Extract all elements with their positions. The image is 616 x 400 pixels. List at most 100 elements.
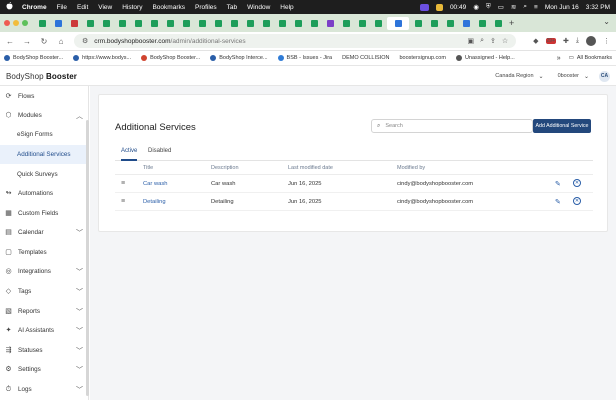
apple-icon[interactable] <box>6 2 14 12</box>
browser-tab[interactable] <box>35 17 49 30</box>
sidebar-item-flows[interactable]: ⟳ Flows <box>0 87 89 106</box>
browser-tab[interactable] <box>411 17 425 30</box>
bookmark-item[interactable]: BodyShop Booster... <box>4 55 63 61</box>
share-icon[interactable]: ⇪ <box>490 37 496 45</box>
menu-tab[interactable]: Tab <box>227 4 237 11</box>
browser-tab[interactable] <box>427 17 441 30</box>
menu-edit[interactable]: Edit <box>77 4 88 11</box>
sidebar-item-custom-fields[interactable]: ▦ Custom Fields <box>0 204 89 223</box>
browser-tab[interactable] <box>131 17 145 30</box>
sidebar-item-tags[interactable]: ◇ Tags ﹀ <box>0 282 89 301</box>
new-tab-plus-icon[interactable]: + <box>509 18 514 28</box>
browser-tab[interactable] <box>51 17 65 30</box>
sidebar-item-integrations[interactable]: ◎ Integrations ﹀ <box>0 262 89 281</box>
sidebar-item-settings[interactable]: ⚙ Settings ﹀ <box>0 360 89 379</box>
browser-tab[interactable] <box>475 17 489 30</box>
sidebar-item-statuses[interactable]: ⇶ Statuses ﹀ <box>0 341 89 360</box>
translate-icon[interactable]: ▣ <box>467 37 474 45</box>
menu-profiles[interactable]: Profiles <box>195 4 217 11</box>
browser-tab[interactable] <box>339 17 353 30</box>
browser-tab[interactable] <box>355 17 369 30</box>
menubar-clock[interactable]: 3:32 PM <box>586 4 610 11</box>
home-icon[interactable]: ⌂ <box>57 37 65 46</box>
address-bar[interactable]: ⚙ crm.bodyshopbooster.com/admin/addition… <box>74 34 517 48</box>
drag-handle-icon[interactable]: ≡ <box>121 198 125 205</box>
reload-icon[interactable]: ↻ <box>40 37 48 46</box>
browser-tab[interactable] <box>291 17 305 30</box>
menu-window[interactable]: Window <box>247 4 270 11</box>
search-input[interactable]: ⌕ Search <box>371 119 533 133</box>
extensions-puzzle-icon[interactable]: ✚ <box>563 37 569 45</box>
browser-tab[interactable] <box>163 17 177 30</box>
status-shield-icon[interactable]: ⛨ <box>486 3 491 11</box>
column-description[interactable]: Description <box>211 165 239 171</box>
browser-tab[interactable] <box>259 17 273 30</box>
bookmark-item[interactable]: BodyShop Booster... <box>141 55 200 61</box>
sidebar-item-modules[interactable]: ⬡ Modules ︿ <box>0 106 89 125</box>
remove-circle-icon[interactable]: ✕ <box>573 197 581 205</box>
forward-arrow-icon[interactable]: → <box>23 37 31 46</box>
bookmark-item[interactable]: https://www.bodys... <box>73 55 131 61</box>
bookmark-item[interactable]: boostersignup.com <box>399 55 445 61</box>
menu-bookmarks[interactable]: Bookmarks <box>152 4 185 11</box>
browser-tab[interactable] <box>243 17 257 30</box>
browser-tab[interactable] <box>459 17 473 30</box>
tab-active[interactable]: Active <box>121 148 138 161</box>
browser-tab[interactable] <box>323 17 337 30</box>
all-bookmarks-button[interactable]: ▭ All Bookmarks <box>569 55 612 61</box>
column-modified-by[interactable]: Modified by <box>397 165 425 171</box>
browser-tab[interactable] <box>99 17 113 30</box>
sidebar-item-reports[interactable]: ▧ Reports ﹀ <box>0 302 89 321</box>
bookmark-star-icon[interactable]: ☆ <box>502 37 508 45</box>
sidebar-item-esign-forms[interactable]: eSign Forms <box>0 125 89 144</box>
user-avatar[interactable]: CA <box>599 70 610 82</box>
status-control-icon[interactable]: ≡ <box>534 4 538 11</box>
window-close-icon[interactable] <box>4 20 10 26</box>
browser-tab[interactable] <box>147 17 161 30</box>
browser-tab[interactable] <box>275 17 289 30</box>
browser-tab[interactable] <box>443 17 457 30</box>
browser-tab[interactable] <box>307 17 321 30</box>
sidebar-item-automations[interactable]: ↬ Automations <box>0 184 89 203</box>
edit-pencil-icon[interactable]: ✎ <box>555 180 561 188</box>
sidebar-item-additional-services[interactable]: Additional Services <box>0 145 89 164</box>
service-title-link[interactable]: Car wash <box>143 181 167 187</box>
menu-view[interactable]: View <box>98 4 112 11</box>
sidebar-item-templates[interactable]: ▢ Templates <box>0 243 89 262</box>
status-battery-icon[interactable]: ▭ <box>498 3 504 11</box>
app-logo[interactable]: BodyShop Booster <box>6 72 77 81</box>
zoom-icon[interactable]: ⌕ <box>480 37 484 45</box>
download-icon[interactable]: ⤓ <box>576 37 579 45</box>
browser-tab[interactable] <box>387 16 409 30</box>
profile-avatar[interactable] <box>586 36 596 46</box>
back-arrow-icon[interactable]: ← <box>6 37 14 46</box>
browser-tab[interactable] <box>491 17 505 30</box>
tab-search-chevron-icon[interactable]: ⌄ <box>603 17 610 26</box>
sidebar-item-logs[interactable]: ⏱ Logs ﹀ <box>0 380 89 399</box>
bookmark-item[interactable]: BSB - Issues - Jira <box>277 55 332 61</box>
bookmark-item[interactable]: Unassigned - Help... <box>455 55 515 61</box>
status-timer[interactable]: 00:49 <box>450 4 466 11</box>
status-wifi-icon[interactable]: ≋ <box>511 3 516 11</box>
menu-history[interactable]: History <box>122 4 142 11</box>
status-pencil-icon[interactable] <box>435 3 443 11</box>
sidebar-item-quick-surveys[interactable]: Quick Surveys <box>0 165 89 184</box>
browser-tab[interactable] <box>83 17 97 30</box>
status-record-icon[interactable]: ◉ <box>473 3 479 11</box>
extension-badge[interactable]: 29+ <box>545 38 557 44</box>
menubar-date[interactable]: Mon Jun 16 <box>545 4 579 11</box>
menu-app-name[interactable]: Chrome <box>22 4 47 11</box>
browser-tab[interactable] <box>115 17 129 30</box>
status-search-icon[interactable]: ⌕ <box>523 3 527 11</box>
extension-icon[interactable]: ◆ <box>533 37 538 45</box>
edit-pencil-icon[interactable]: ✎ <box>555 198 561 206</box>
browser-tab[interactable] <box>179 17 193 30</box>
browser-menu-icon[interactable]: ⋮ <box>603 37 610 45</box>
window-minimize-icon[interactable] <box>13 20 19 26</box>
column-title[interactable]: Title <box>143 165 153 171</box>
browser-tab[interactable] <box>195 17 209 30</box>
drag-handle-icon[interactable]: ≡ <box>121 180 125 187</box>
region-select[interactable]: Canada Region ⌄ <box>495 73 543 80</box>
menu-help[interactable]: Help <box>280 4 293 11</box>
tab-disabled[interactable]: Disabled <box>148 148 171 161</box>
